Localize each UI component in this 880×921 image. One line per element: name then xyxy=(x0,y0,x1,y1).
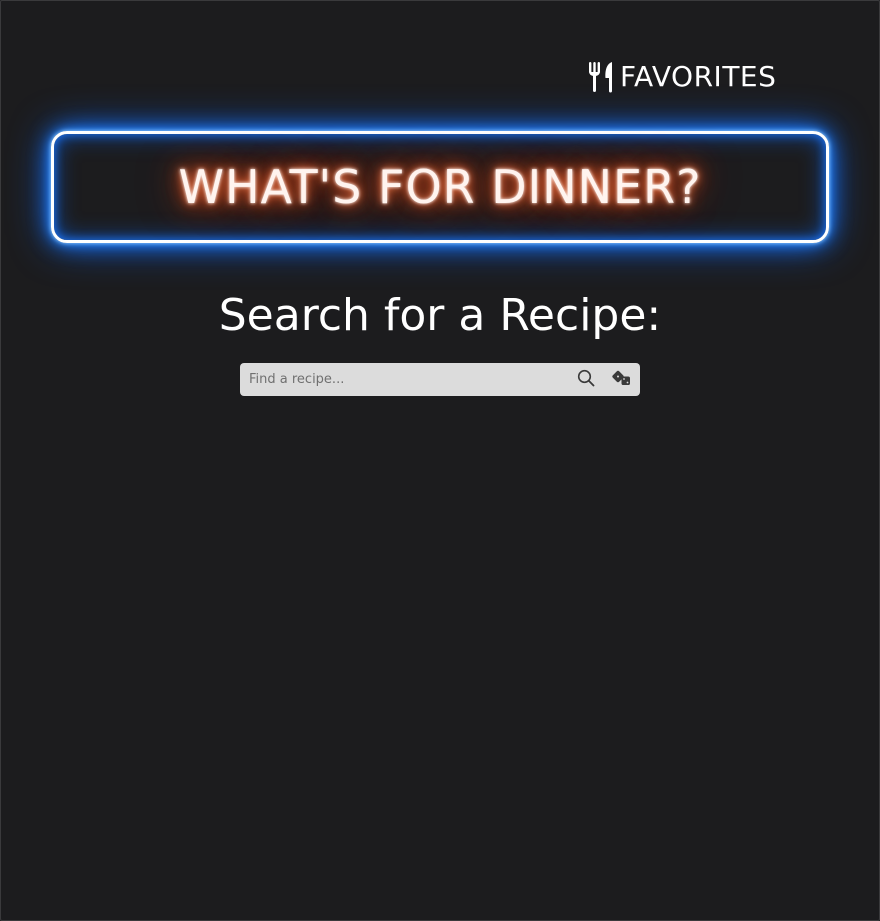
neon-title-frame: WHAT'S FOR DINNER? xyxy=(51,131,829,243)
search-icon xyxy=(577,369,595,390)
search-heading: Search for a Recipe: xyxy=(218,290,662,341)
search-input[interactable] xyxy=(240,363,568,396)
search-bar xyxy=(240,363,640,396)
favorites-link[interactable]: FAVORITES xyxy=(588,60,776,94)
favorites-label: FAVORITES xyxy=(620,60,777,93)
random-recipe-button[interactable] xyxy=(604,363,640,396)
dice-icon xyxy=(612,370,632,389)
search-button[interactable] xyxy=(568,363,604,396)
utensils-icon xyxy=(588,61,616,93)
page-title: WHAT'S FOR DINNER? xyxy=(178,160,702,214)
